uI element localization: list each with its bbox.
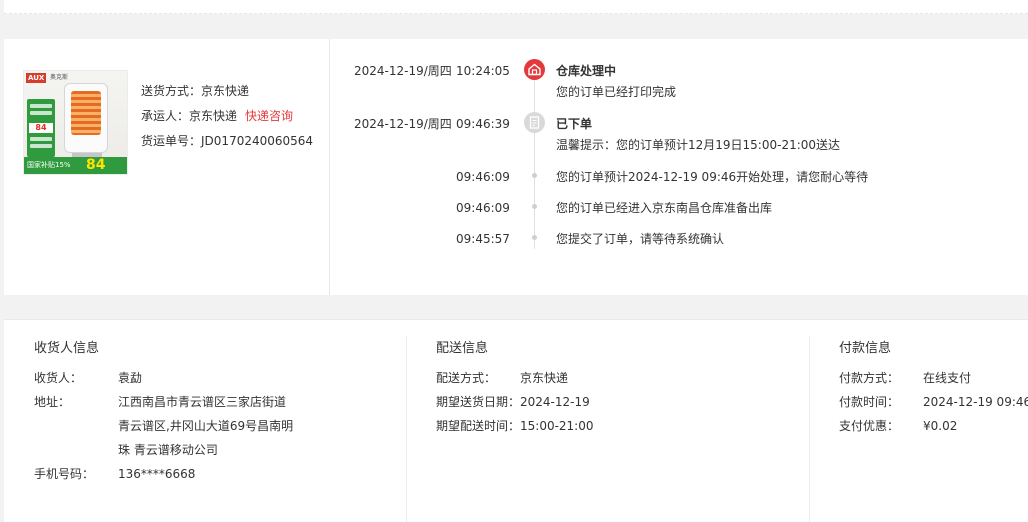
previous-card-edge	[4, 0, 1028, 14]
brand-logo: AUX	[26, 73, 47, 83]
timeline-date: 2024-12-19/周四	[354, 117, 452, 131]
timeline-text: 您的订单预计2024-12-19 09:46开始处理，请您耐心等待	[556, 170, 869, 184]
tracking-number-row: 货运单号：JD0170240060564	[141, 133, 313, 149]
timeline-dot	[532, 235, 537, 240]
shipping-method-row: 送货方式：京东快递	[141, 83, 249, 99]
timeline-dot	[532, 173, 537, 178]
consignee-name-label: 收货人：	[34, 371, 83, 385]
package-info: AUX 奥克斯 84 国家补贴15% 84 送货方式：京东快递 承运人：京东快递…	[4, 39, 330, 295]
payment-time-label: 付款时间：	[839, 395, 900, 409]
expected-date: 2024-12-19	[520, 395, 590, 409]
address-line: 江西南昌市青云谱区三家店街道	[118, 395, 287, 409]
timeline-title: 仓库处理中	[556, 64, 617, 78]
column-divider	[406, 336, 407, 522]
timeline-text: 温馨提示：您的订单预计12月19日15:00-21:00送达	[556, 138, 841, 152]
timeline-time: 09:46:39	[456, 117, 510, 131]
tracking-label: 货运单号：	[141, 134, 202, 148]
timeline-title: 已下单	[556, 117, 593, 131]
payment-time: 2024-12-19 09:46:0	[923, 395, 1028, 409]
payment-discount-label: 支付优惠：	[839, 419, 900, 433]
consignee-name: 袁勐	[118, 371, 143, 385]
timeline-date: 2024-12-19/周四	[354, 64, 452, 78]
timeline-dot	[532, 204, 537, 209]
payment-method: 在线支付	[923, 371, 972, 385]
heater-glow	[71, 91, 101, 135]
promo-price: 84	[29, 123, 53, 133]
warehouse-icon	[524, 59, 545, 80]
order-info-card: 收货人信息 收货人： 袁勐 地址： 江西南昌市青云谱区三家店街道 青云谱区,井冈…	[4, 319, 1028, 522]
payment-method-label: 付款方式：	[839, 371, 900, 385]
delivery-method: 京东快递	[520, 371, 569, 385]
timeline-time: 09:46:09	[456, 201, 510, 215]
timeline-time: 10:24:05	[456, 64, 510, 78]
brand-name: 奥克斯	[50, 74, 69, 81]
timeline-text: 您提交了订单，请等待系统确认	[556, 232, 725, 246]
carrier-row: 承运人：京东快递 快递咨询	[141, 108, 293, 124]
delivery-method-label: 配送方式：	[436, 371, 497, 385]
subsidy-price: 84	[86, 157, 106, 173]
carrier-value: 京东快递	[189, 109, 238, 123]
product-thumbnail[interactable]: AUX 奥克斯 84 国家补贴15% 84	[23, 70, 128, 175]
payment-title: 付款信息	[839, 341, 892, 356]
subsidy-text: 国家补贴15%	[27, 161, 71, 169]
timeline-text: 您的订单已经进入京东南昌仓库准备出库	[556, 201, 773, 215]
tracking-card: AUX 奥克斯 84 国家补贴15% 84 送货方式：京东快递 承运人：京东快递…	[4, 39, 1028, 295]
timeline-text: 您的订单已经打印完成	[556, 85, 677, 99]
expected-date-label: 期望送货日期：	[436, 395, 521, 409]
delivery-title: 配送信息	[436, 341, 489, 356]
payment-discount: ¥0.02	[923, 419, 958, 433]
address-label: 地址：	[34, 395, 71, 409]
column-divider	[809, 336, 810, 522]
carrier-label: 承运人：	[141, 109, 190, 123]
phone-number: 136****6668	[118, 467, 196, 481]
courier-consult-link[interactable]: 快递咨询	[245, 109, 293, 123]
phone-label: 手机号码：	[34, 467, 95, 481]
expected-time: 15:00-21:00	[520, 419, 594, 433]
order-doc-icon	[524, 112, 545, 133]
timeline-time: 09:45:57	[456, 232, 510, 246]
timeline-line	[534, 59, 535, 249]
timeline-time: 09:46:09	[456, 170, 510, 184]
consignee-title: 收货人信息	[34, 341, 100, 356]
shipping-method-value: 京东快递	[201, 84, 250, 98]
address-line: 珠 青云谱移动公司	[118, 443, 218, 457]
expected-time-label: 期望配送时间：	[436, 419, 521, 433]
tracking-number[interactable]: JD0170240060564	[201, 134, 313, 148]
address-line: 青云谱区,井冈山大道69号昌南明	[118, 419, 294, 433]
shipping-method-label: 送货方式：	[141, 84, 202, 98]
